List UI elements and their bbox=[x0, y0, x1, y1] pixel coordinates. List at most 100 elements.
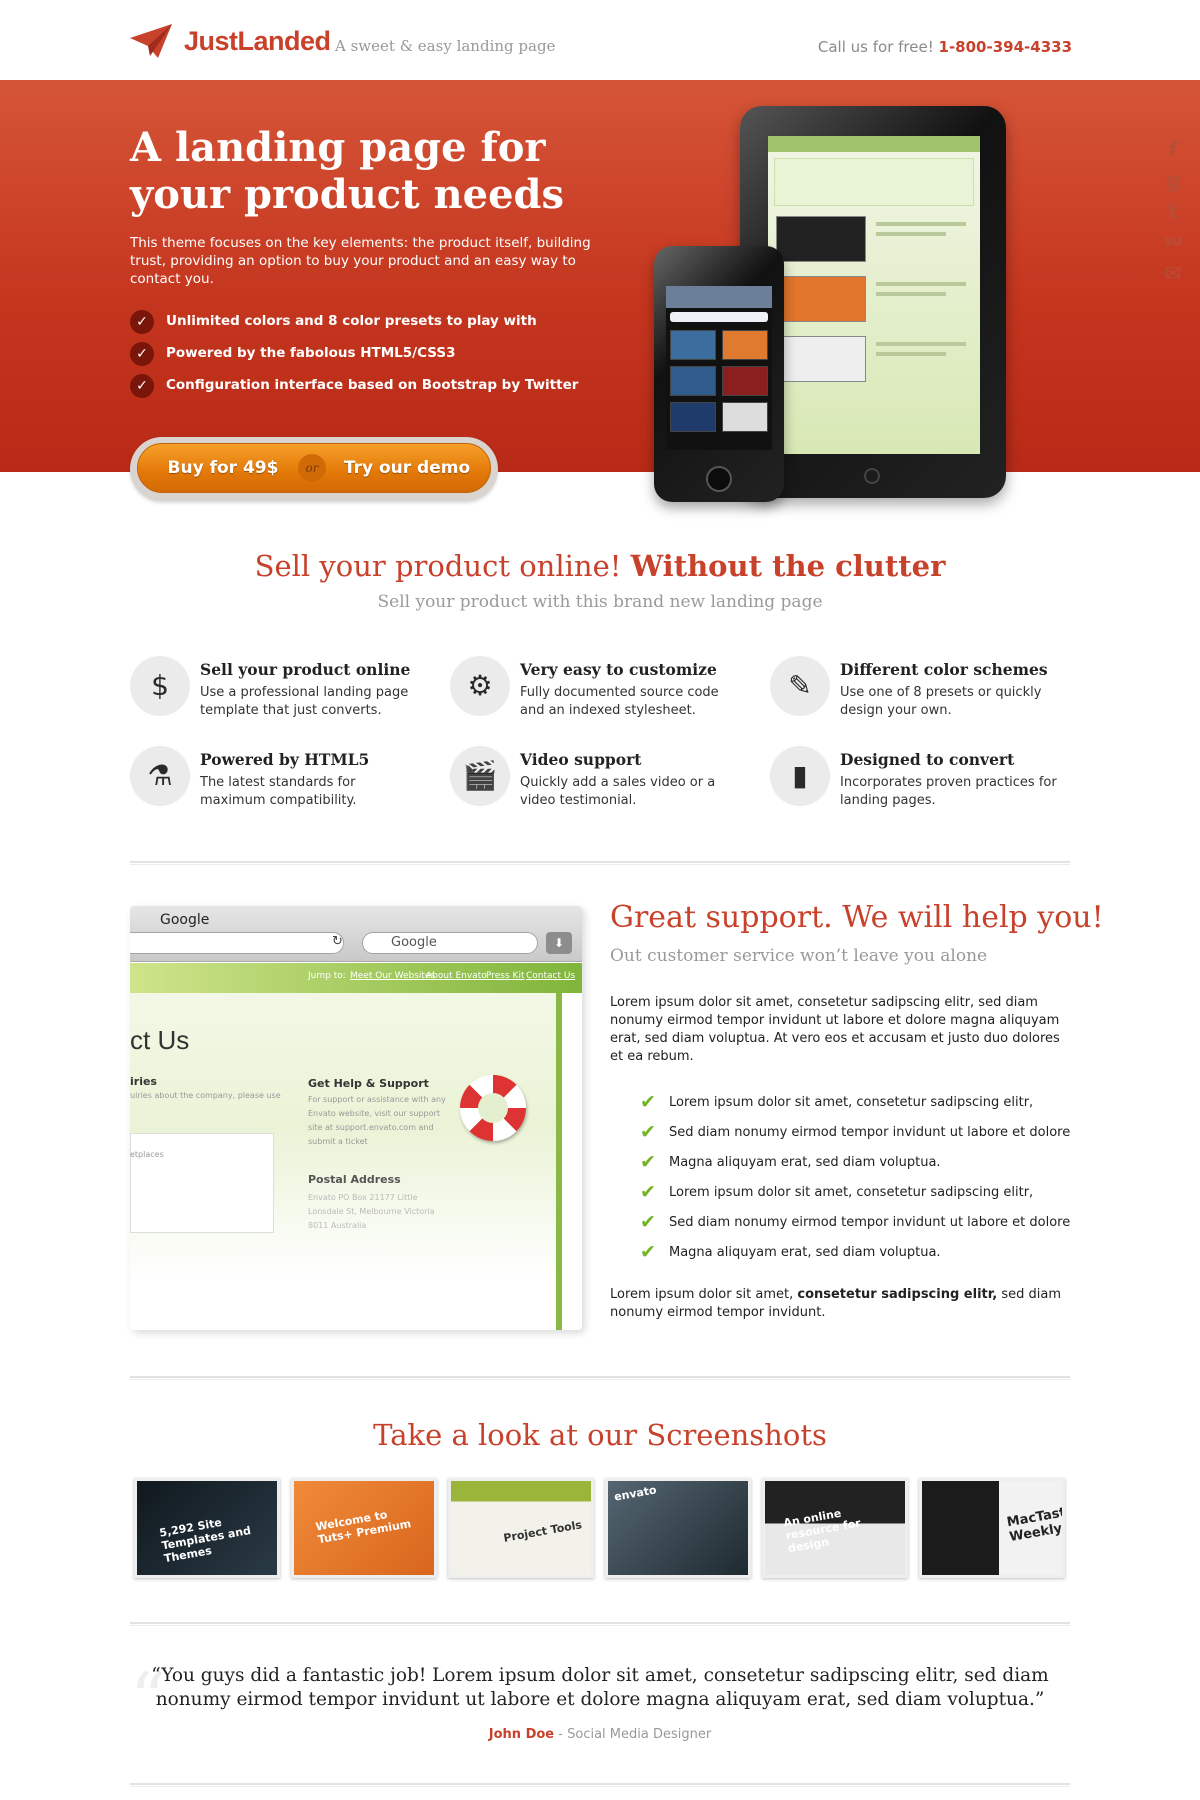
browser-nav-link: Press Kit bbox=[486, 971, 525, 981]
feature-text: The latest standards for maximum compati… bbox=[200, 775, 357, 808]
section-divider bbox=[130, 861, 1070, 865]
testimonial-citation: John Doe - Social Media Designer bbox=[0, 1727, 1200, 1742]
twitter-icon[interactable]: t bbox=[1160, 198, 1186, 224]
support-list-item: ✔ Sed diam nonumy eirmod tempor invidunt… bbox=[640, 1121, 1080, 1143]
hero-feature: ✓ Powered by the fabolous HTML5/CSS3 bbox=[130, 342, 600, 366]
green-check-icon: ✔ bbox=[640, 1121, 656, 1143]
browser-search-field: Google bbox=[362, 932, 538, 954]
support-list-item: ✔ Sed diam nonumy eirmod tempor invidunt… bbox=[640, 1211, 1080, 1233]
support-browser-screenshot: Google ↻ ⌕ Google ⬇ Jump to: Meet Our We… bbox=[130, 906, 582, 1330]
browser-page-heading: ct Us bbox=[130, 1025, 190, 1055]
hero-feature-text: Unlimited colors and 8 color presets to … bbox=[166, 313, 537, 329]
tablet-screen bbox=[768, 136, 980, 454]
feature-title: Designed to convert bbox=[840, 750, 1015, 769]
feature-title: Very easy to customize bbox=[520, 660, 717, 679]
feature-title: Different color schemes bbox=[840, 660, 1048, 679]
browser-content-panel: ct Us iries uiries about the company, pl… bbox=[130, 993, 562, 1330]
browser-page: Jump to: Meet Our Websites About Envato … bbox=[130, 963, 582, 1330]
section-divider bbox=[130, 1622, 1070, 1626]
feature-item: ⚙ Very easy to customize Fully documente… bbox=[450, 656, 750, 726]
support-list-item: ✔ Lorem ipsum dolor sit amet, consetetur… bbox=[640, 1091, 1080, 1113]
section-divider bbox=[130, 1376, 1070, 1380]
paper-plane-logo-icon[interactable] bbox=[130, 24, 172, 58]
feature-text: Fully documented source code and an inde… bbox=[520, 685, 719, 718]
brand-name[interactable]: JustLanded bbox=[184, 26, 331, 57]
support-closing-bold: consetetur sadipscing elitr, bbox=[797, 1287, 998, 1302]
feature-text: Quickly add a sales video or a video tes… bbox=[520, 775, 716, 808]
feature-text: Use one of 8 presets or quickly design y… bbox=[840, 685, 1042, 718]
phone-number[interactable]: 1-800-394-4333 bbox=[939, 38, 1072, 56]
checkmark-icon: ✓ bbox=[130, 374, 154, 398]
screenshot-thumbnail[interactable]: An online resource for design bbox=[762, 1478, 908, 1578]
buy-button[interactable]: Buy for 49$ bbox=[138, 444, 308, 492]
cta-pill: Buy for 49$ or Try our demo bbox=[137, 443, 491, 493]
browser-postal-heading: Postal Address bbox=[308, 1173, 401, 1186]
hero-title: A landing page for your product needs bbox=[130, 124, 650, 218]
brand-tagline: A sweet & easy landing page bbox=[335, 37, 556, 55]
hero-description: This theme focuses on the key elements: … bbox=[130, 235, 591, 287]
support-list-item: ✔ Magna aliquyam erat, sed diam voluptua… bbox=[640, 1151, 1080, 1173]
browser-postal-text: Envato PO Box 21177 Little Lonsdale St, … bbox=[308, 1193, 435, 1230]
facebook-icon[interactable]: f bbox=[1160, 136, 1186, 162]
paintbrush-icon: ✎ bbox=[770, 656, 830, 716]
feature-item: 🎬 Video support Quickly add a sales vide… bbox=[450, 746, 750, 816]
try-demo-button[interactable]: Try our demo bbox=[322, 444, 492, 492]
green-check-icon: ✔ bbox=[640, 1181, 656, 1203]
hero-feature-text: Configuration interface based on Bootstr… bbox=[166, 377, 579, 393]
browser-toolbar: Google ↻ ⌕ Google ⬇ bbox=[130, 906, 582, 962]
testimonial-role: Social Media Designer bbox=[567, 1727, 712, 1742]
stumbleupon-icon[interactable]: su bbox=[1160, 229, 1186, 255]
browser-window-title: Google bbox=[160, 912, 210, 928]
browser-enquiries-text: uiries about the company, please use bbox=[130, 1091, 281, 1100]
browser-nav-link: Jump to: bbox=[308, 971, 346, 981]
tablet-home-button bbox=[864, 468, 880, 484]
screenshot-thumbnail[interactable]: Welcome to Tuts+ Premium bbox=[291, 1478, 437, 1578]
browser-nav-link: Meet Our Websites bbox=[350, 971, 436, 981]
email-icon[interactable]: ✉ bbox=[1160, 260, 1186, 286]
green-check-icon: ✔ bbox=[640, 1241, 656, 1263]
testimonial-author: John Doe bbox=[488, 1727, 555, 1742]
phone-home-button bbox=[706, 466, 732, 492]
hero-title-line-1: A landing page for bbox=[130, 124, 546, 171]
checkmark-icon: ✓ bbox=[130, 342, 154, 366]
browser-page-nav: Jump to: Meet Our Websites About Envato … bbox=[130, 963, 582, 993]
site-header: JustLanded A sweet & easy landing page C… bbox=[0, 0, 1200, 80]
browser-nav-link: About Envato bbox=[426, 971, 487, 981]
screenshot-thumbnail[interactable]: Project Tools bbox=[448, 1478, 594, 1578]
google-icon[interactable]: g bbox=[1160, 167, 1186, 193]
support-closing-paragraph: Lorem ipsum dolor sit amet, consetetur s… bbox=[610, 1286, 1070, 1322]
tag-dollar-icon: $ bbox=[130, 656, 190, 716]
support-list-item: ✔ Magna aliquyam erat, sed diam voluptua… bbox=[640, 1241, 1080, 1263]
feature-item: ⚗ Powered by HTML5 The latest standards … bbox=[130, 746, 430, 816]
browser-enquiries-heading: iries bbox=[130, 1075, 157, 1088]
green-check-icon: ✔ bbox=[640, 1151, 656, 1173]
browser-url-field bbox=[130, 932, 344, 954]
flask-icon: ⚗ bbox=[130, 746, 190, 806]
browser-help-heading: Get Help & Support bbox=[308, 1077, 429, 1090]
feature-item: $ Sell your product online Use a profess… bbox=[130, 656, 430, 726]
call-label: Call us for free! bbox=[817, 38, 934, 56]
support-list-item: ✔ Lorem ipsum dolor sit amet, consetetur… bbox=[640, 1181, 1080, 1203]
screenshot-thumbnail[interactable]: envato bbox=[605, 1478, 751, 1578]
support-list-text: Sed diam nonumy eirmod tempor invidunt u… bbox=[669, 1215, 1071, 1230]
feature-title: Sell your product online bbox=[200, 660, 411, 679]
browser-help-text: For support or assistance with any Envat… bbox=[308, 1095, 446, 1146]
reload-icon: ↻ bbox=[332, 934, 343, 949]
hero-title-line-2: your product needs bbox=[130, 171, 565, 218]
screenshot-thumbnail[interactable]: MacTast Weekly bbox=[919, 1478, 1065, 1578]
support-list-text: Lorem ipsum dolor sit amet, consetetur s… bbox=[669, 1185, 1034, 1200]
lifebuoy-icon bbox=[460, 1075, 526, 1141]
screenshot-thumbnail[interactable]: 5,292 Site Templates and Themes bbox=[134, 1478, 280, 1578]
social-links: f g t su ✉ bbox=[1160, 136, 1190, 291]
citation-separator: - bbox=[558, 1727, 563, 1742]
call-us: Call us for free! 1-800-394-4333 bbox=[818, 38, 1072, 56]
support-list-text: Magna aliquyam erat, sed diam voluptua. bbox=[669, 1245, 941, 1260]
sell-section-title: Sell your product online! Without the cl… bbox=[0, 549, 1200, 583]
feature-item: ▮ Designed to convert Incorporates prove… bbox=[770, 746, 1070, 816]
green-check-icon: ✔ bbox=[640, 1211, 656, 1233]
screenshots-title: Take a look at our Screenshots bbox=[373, 1418, 827, 1452]
phone-screen bbox=[666, 286, 772, 450]
clapperboard-icon: 🎬 bbox=[450, 746, 510, 806]
sell-title-regular: Sell your product online! bbox=[254, 549, 622, 583]
hero-feature: ✓ Configuration interface based on Boots… bbox=[130, 374, 600, 398]
